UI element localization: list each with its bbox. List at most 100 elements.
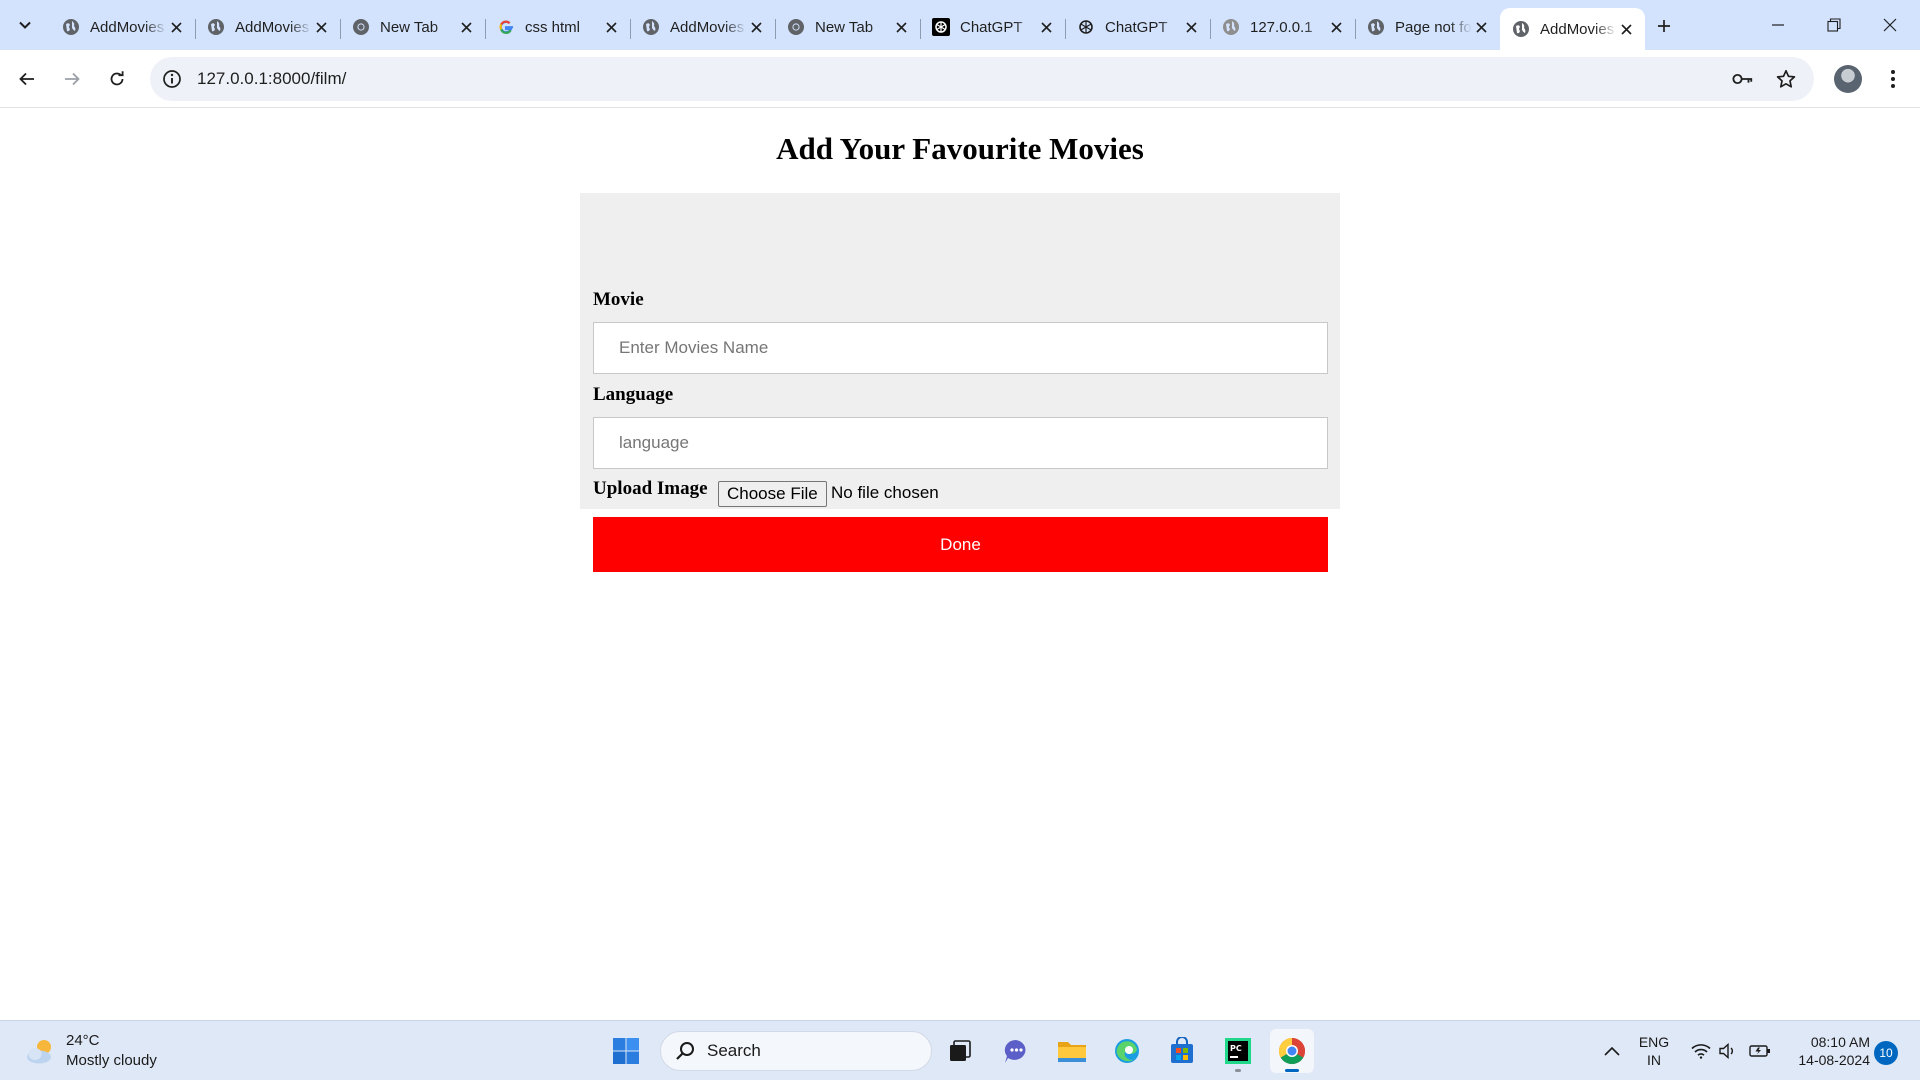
input-language[interactable]: ENG IN xyxy=(1634,1033,1674,1069)
close-window-button[interactable] xyxy=(1862,0,1918,50)
url-text[interactable]: 127.0.0.1:8000/film/ xyxy=(197,69,346,89)
close-icon[interactable] xyxy=(312,18,330,36)
restore-button[interactable] xyxy=(1806,0,1862,50)
notification-badge[interactable]: 10 xyxy=(1874,1041,1898,1065)
language-input[interactable] xyxy=(593,417,1328,469)
volume-icon[interactable] xyxy=(1716,1021,1740,1081)
restore-icon xyxy=(1827,18,1841,32)
language-label: Language xyxy=(593,384,674,405)
close-icon[interactable] xyxy=(457,18,475,36)
language-code: ENG xyxy=(1638,1034,1670,1050)
close-icon[interactable] xyxy=(602,18,620,36)
file-explorer-icon xyxy=(1058,1042,1086,1062)
active-indicator xyxy=(1285,1069,1299,1072)
tab[interactable]: AddMovies xyxy=(195,10,340,44)
windows-start-button[interactable] xyxy=(604,1029,648,1073)
edge-button[interactable] xyxy=(1105,1029,1149,1073)
tab[interactable]: AddMovies xyxy=(630,10,775,44)
add-movie-form: Movie Language Upload Image Choose File … xyxy=(580,193,1340,572)
close-icon[interactable] xyxy=(167,18,185,36)
tab[interactable]: css html xyxy=(485,10,630,44)
task-view-icon xyxy=(950,1040,971,1061)
show-hidden-icons-button[interactable] xyxy=(1598,1021,1626,1081)
password-key-icon[interactable] xyxy=(1732,68,1754,90)
close-icon xyxy=(1883,18,1897,32)
minimize-icon xyxy=(1772,24,1784,26)
bookmark-star-icon[interactable] xyxy=(1775,68,1797,90)
tab-label: Page not found xyxy=(1395,18,1472,36)
taskbar-search[interactable]: Search xyxy=(660,1031,932,1071)
clock-time: 08:10 AM xyxy=(1810,1034,1870,1050)
weather-widget[interactable]: 24°C Mostly cloudy xyxy=(24,1031,157,1071)
task-view-button[interactable] xyxy=(938,1029,982,1073)
windows-start-icon xyxy=(613,1038,639,1064)
chevron-up-icon xyxy=(1604,1046,1620,1056)
taskbar: 24°C Mostly cloudy Search PC ENG IN 08:1… xyxy=(0,1020,1920,1080)
browser-menu-button[interactable] xyxy=(1880,63,1906,95)
tab-label: AddMovies xyxy=(235,18,310,36)
chrome-icon xyxy=(787,18,805,36)
tab-label: New Tab xyxy=(380,18,439,36)
close-icon[interactable] xyxy=(1037,18,1055,36)
movie-label: Movie xyxy=(593,289,644,310)
tab[interactable]: ChatGPT xyxy=(1065,10,1210,44)
choose-file-button[interactable]: Choose File xyxy=(718,481,827,507)
pycharm-icon: PC xyxy=(1225,1038,1251,1064)
browser-tab-strip: AddMovies AddMovies New Tab css html Add… xyxy=(0,0,1920,50)
chrome-icon xyxy=(1278,1037,1306,1065)
reload-icon xyxy=(110,71,124,86)
arrow-left-icon xyxy=(19,72,34,86)
tab[interactable]: 127.0.0.1 xyxy=(1210,10,1355,44)
new-tab-button[interactable] xyxy=(1650,12,1678,40)
reload-button[interactable] xyxy=(101,63,133,95)
tab[interactable]: Page not found xyxy=(1355,10,1500,44)
search-icon xyxy=(676,1042,694,1060)
teams-chat-icon xyxy=(1004,1039,1026,1063)
tab-active[interactable]: AddMovies xyxy=(1500,8,1645,50)
tab[interactable]: AddMovies xyxy=(50,10,195,44)
weather-temperature: 24°C xyxy=(66,1032,100,1049)
minimize-button[interactable] xyxy=(1750,0,1806,50)
plus-icon xyxy=(1658,20,1670,32)
edge-icon xyxy=(1115,1039,1139,1063)
file-explorer-button[interactable] xyxy=(1050,1029,1094,1073)
globe-icon xyxy=(1367,18,1385,36)
globe-icon xyxy=(62,18,80,36)
google-icon xyxy=(497,18,515,36)
profile-avatar[interactable] xyxy=(1834,65,1862,93)
tab-search-button[interactable] xyxy=(8,10,41,40)
microsoft-store-icon xyxy=(1171,1037,1193,1063)
close-icon[interactable] xyxy=(747,18,765,36)
chrome-icon xyxy=(352,18,370,36)
close-icon[interactable] xyxy=(1617,20,1635,38)
svg-text:PC: PC xyxy=(1230,1044,1242,1053)
tab-label: AddMovies xyxy=(90,18,165,36)
region-code: IN xyxy=(1647,1052,1661,1068)
wifi-icon[interactable] xyxy=(1688,1021,1714,1081)
close-icon[interactable] xyxy=(892,18,910,36)
back-button[interactable] xyxy=(11,63,43,95)
pycharm-button[interactable]: PC xyxy=(1216,1029,1260,1073)
chevron-down-icon xyxy=(18,21,31,29)
forward-button[interactable] xyxy=(56,63,88,95)
tab-label: 127.0.0.1 xyxy=(1250,18,1313,36)
chrome-taskbar-button[interactable] xyxy=(1270,1029,1314,1073)
close-icon[interactable] xyxy=(1182,18,1200,36)
browser-toolbar: 127.0.0.1:8000/film/ xyxy=(0,50,1920,108)
info-icon[interactable] xyxy=(162,69,182,89)
tab-label: New Tab xyxy=(815,18,874,36)
close-icon[interactable] xyxy=(1327,18,1345,36)
system-clock[interactable]: 08:10 AM 14-08-2024 xyxy=(1780,1033,1870,1069)
globe-icon xyxy=(1222,18,1240,36)
done-button[interactable]: Done xyxy=(593,517,1328,572)
close-icon[interactable] xyxy=(1472,18,1490,36)
tab[interactable]: New Tab xyxy=(340,10,485,44)
tab[interactable]: ChatGPT xyxy=(920,10,1065,44)
address-bar[interactable]: 127.0.0.1:8000/film/ xyxy=(150,57,1814,101)
teams-chat-button[interactable] xyxy=(994,1029,1038,1073)
running-indicator xyxy=(1235,1069,1241,1072)
movie-name-input[interactable] xyxy=(593,322,1328,374)
battery-icon[interactable] xyxy=(1746,1021,1774,1081)
tab[interactable]: New Tab xyxy=(775,10,920,44)
microsoft-store-button[interactable] xyxy=(1160,1029,1204,1073)
